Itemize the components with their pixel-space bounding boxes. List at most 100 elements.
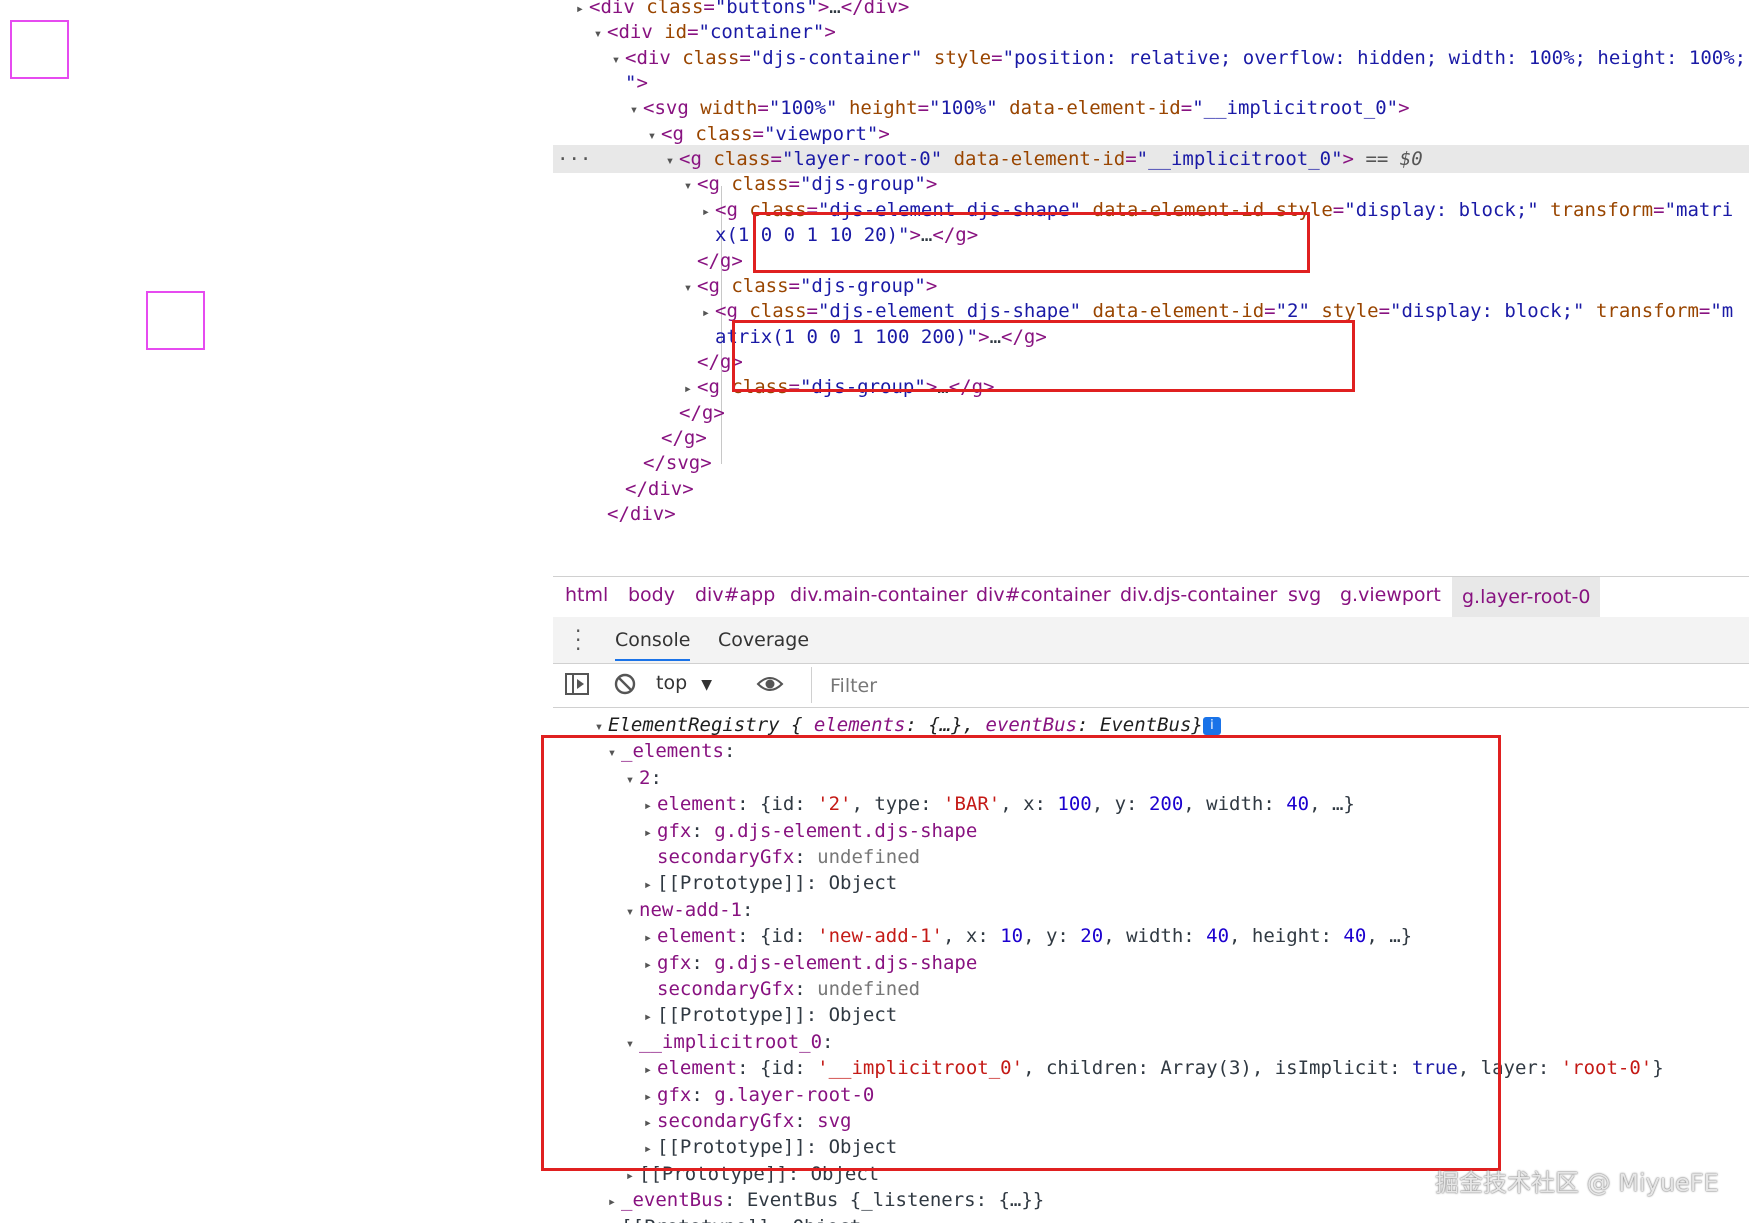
token: =	[788, 173, 800, 196]
token: "buttons"	[714, 0, 818, 18]
token: =	[1180, 97, 1193, 120]
tab-console[interactable]: Console	[615, 629, 691, 661]
expand-triangle-icon[interactable]: ▾	[679, 274, 697, 302]
token: >	[925, 274, 938, 297]
token: =	[991, 46, 1003, 69]
console-toolbar: top ▼	[553, 663, 1749, 708]
shape-2[interactable]	[146, 291, 205, 350]
token: </div>	[840, 0, 910, 18]
token: "container"	[698, 21, 825, 44]
highlight-box-elements	[541, 735, 1501, 1171]
breadcrumb-item[interactable]: svg	[1288, 584, 1321, 606]
token: =	[1125, 148, 1137, 171]
token: height	[848, 97, 918, 120]
collapse-triangle-icon[interactable]: ▸	[571, 0, 589, 23]
token: : {…},	[905, 714, 986, 736]
more-options-icon[interactable]: · · ·	[575, 621, 581, 659]
breadcrumb-item[interactable]: div#app	[695, 584, 775, 606]
token: <g	[715, 198, 750, 221]
drawer-tabs: · · · Console Coverage	[553, 617, 1749, 664]
token: >	[1398, 97, 1410, 120]
token: id	[664, 21, 688, 44]
token: "100%"	[929, 97, 998, 120]
highlight-box-shape-1	[753, 212, 1310, 273]
devtools-panel: ▸ <div class="buttons">…</div> ▾ <div id="c…	[541, 0, 1749, 1223]
filter-input[interactable]	[812, 667, 1749, 705]
token: "djs-group"	[799, 274, 926, 297]
token: =	[739, 46, 751, 69]
more-actions-icon[interactable]: ···	[557, 145, 591, 173]
token: <g	[715, 300, 750, 323]
token: =	[1378, 300, 1391, 323]
token: "djs-element djs-shape"	[817, 300, 1082, 323]
token: </g>	[661, 426, 707, 449]
token: </div>	[625, 477, 694, 500]
token: "layer-root-0"	[781, 148, 943, 171]
token: width	[700, 97, 758, 120]
collapse-triangle-icon[interactable]: ▸	[603, 1215, 621, 1223]
live-expression-eye-icon[interactable]	[756, 675, 784, 698]
token: <g	[661, 122, 696, 145]
clear-console-icon[interactable]	[614, 673, 636, 700]
breadcrumb-item[interactable]: g.layer-root-0	[1452, 577, 1601, 617]
token: >	[925, 173, 938, 196]
token: =	[806, 300, 818, 323]
token: "__implicitroot_0"	[1192, 97, 1399, 120]
token: =	[687, 21, 699, 44]
tab-coverage[interactable]: Coverage	[718, 629, 809, 651]
token: 'root-0'	[1560, 1057, 1653, 1080]
expand-triangle-icon[interactable]: ▾	[589, 20, 607, 48]
token: class	[731, 173, 789, 196]
breadcrumb-item[interactable]: div.main-container	[790, 584, 968, 606]
diagram-canvas[interactable]	[0, 0, 553, 1223]
token: "matri	[1664, 198, 1734, 221]
expand-triangle-icon[interactable]: ▾	[625, 96, 643, 124]
token: <g	[697, 173, 732, 196]
token: >	[824, 21, 836, 44]
token: >	[878, 122, 890, 145]
token: "djs-container"	[750, 46, 923, 69]
token: class	[731, 274, 789, 297]
watermark: 掘金技术社区 @ MiyueFE	[1435, 1169, 1719, 1197]
filter-field[interactable]	[811, 667, 1749, 705]
token: "m	[1710, 300, 1734, 323]
elements-tree[interactable]: ▸ <div class="buttons">…</div> ▾ <div id="c…	[553, 0, 1749, 576]
token: class	[749, 300, 807, 323]
token: <g	[679, 148, 714, 171]
token: =	[788, 274, 800, 297]
token: "	[625, 72, 637, 95]
token: <div	[607, 21, 665, 44]
breadcrumb-item[interactable]: html	[565, 584, 608, 606]
token: =	[1653, 198, 1665, 221]
highlight-box-shape-2	[732, 320, 1355, 392]
sidebar-toggle-icon[interactable]	[565, 673, 589, 700]
token: class	[682, 46, 740, 69]
breadcrumb-item[interactable]: g.viewport	[1340, 584, 1441, 606]
token: =	[757, 97, 769, 120]
expand-triangle-icon[interactable]: ▾	[679, 172, 697, 200]
token: <g	[697, 376, 732, 399]
token: class	[713, 148, 771, 171]
token: =	[703, 0, 715, 18]
breadcrumb-item[interactable]: div.djs-container	[1120, 584, 1277, 606]
context-selector[interactable]: top ▼	[656, 672, 712, 694]
token: =	[917, 97, 930, 120]
breadcrumb-item[interactable]: div#container	[976, 584, 1111, 606]
token: }	[1652, 1057, 1664, 1080]
token: [[Prototype]]: Object	[621, 1216, 861, 1223]
token: =	[1332, 198, 1345, 221]
breadcrumb-item[interactable]: body	[628, 584, 675, 606]
elements-tree-line[interactable]: ▾ <g class="layer-root-0" data-element-id…	[553, 145, 1749, 175]
token: "display: block;"	[1344, 198, 1539, 221]
token: : EventBus {_listeners: {…}}	[723, 1189, 1045, 1212]
token: data-element-id	[1092, 300, 1265, 323]
expand-triangle-icon[interactable]: ▾	[661, 147, 679, 175]
shape-new-add-1[interactable]	[10, 20, 69, 79]
token: "display: block;"	[1390, 300, 1585, 323]
